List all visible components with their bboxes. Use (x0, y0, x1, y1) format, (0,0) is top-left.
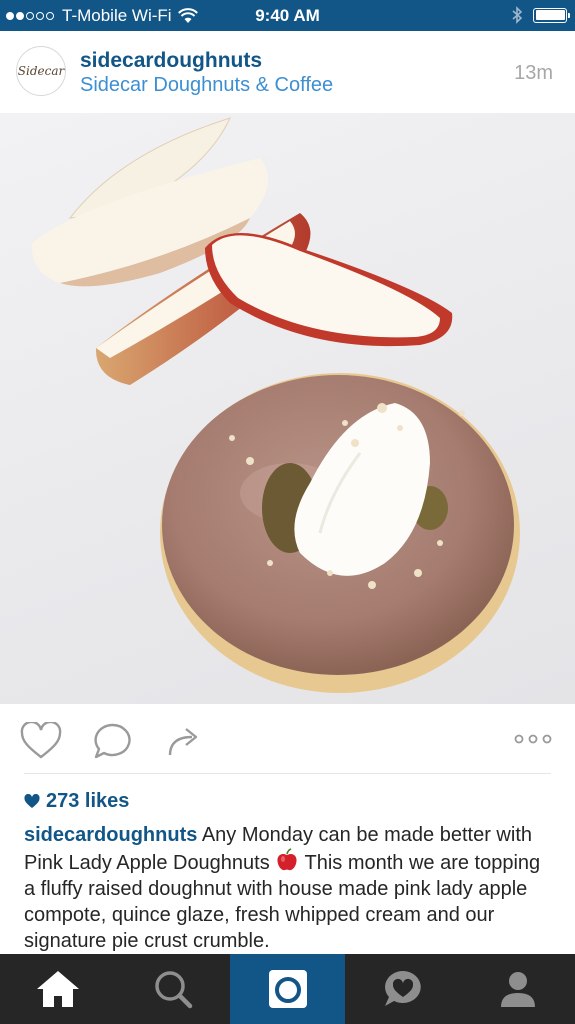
red-apple-emoji-icon (277, 848, 297, 871)
likes-label: 273 likes (46, 790, 130, 812)
camera-icon (268, 970, 307, 1008)
tab-camera[interactable] (230, 954, 345, 1024)
caption-username[interactable]: sidecardoughnuts (24, 824, 197, 846)
tab-profile[interactable] (460, 954, 575, 1024)
comment-icon[interactable] (92, 722, 132, 760)
likes-count[interactable]: 273 likes (24, 790, 129, 813)
avatar[interactable]: Sidecar (16, 46, 66, 96)
post-actions (0, 704, 575, 774)
doughnut-photo (31, 117, 520, 693)
tab-home[interactable] (0, 954, 115, 1024)
status-time: 9:40 AM (255, 6, 320, 25)
tab-search[interactable] (115, 954, 230, 1024)
profile-icon (500, 972, 535, 1007)
post-time: 13m (514, 62, 553, 84)
small-heart-icon (24, 794, 40, 808)
post-username[interactable]: sidecardoughnuts (80, 49, 262, 73)
activity-icon (384, 971, 421, 1006)
tab-activity[interactable] (345, 954, 460, 1024)
divider (24, 773, 551, 774)
more-icon[interactable] (514, 734, 552, 744)
post-header: Sidecar sidecardoughnuts Sidecar Doughnu… (0, 31, 575, 113)
post-caption: sidecardoughnuts Any Monday can be made … (24, 822, 554, 954)
tab-bar (0, 954, 575, 1024)
share-icon[interactable] (166, 722, 202, 758)
home-icon (36, 971, 79, 1007)
battery-icon (533, 7, 570, 23)
avatar-logo: Sidecar (17, 64, 65, 78)
bluetooth-icon (512, 6, 523, 24)
heart-icon[interactable] (20, 722, 62, 760)
post-location[interactable]: Sidecar Doughnuts & Coffee (80, 74, 333, 97)
post-photo[interactable] (0, 113, 575, 704)
status-bar: T-Mobile Wi-Fi 9:40 AM (0, 0, 575, 31)
search-icon (154, 971, 192, 1009)
